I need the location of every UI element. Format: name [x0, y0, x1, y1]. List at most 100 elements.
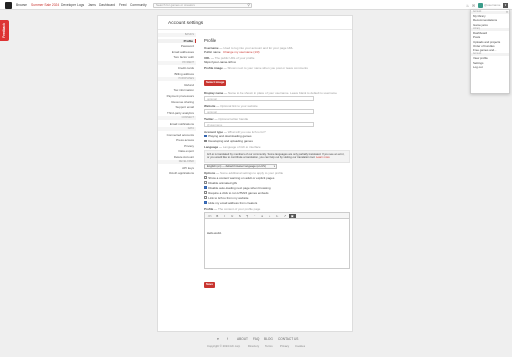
close-icon[interactable]: × [506, 10, 508, 14]
sidebar-item-tax-information[interactable]: Tax information [158, 88, 196, 92]
bold-icon[interactable]: B [214, 214, 222, 218]
sidebar-item-third-party-analytics[interactable]: Third-party analytics [158, 111, 196, 115]
feedback-label: Feedback [2, 23, 6, 38]
mail-icon[interactable]: ✉ [471, 3, 476, 8]
nav-summer-sale[interactable]: Summer Sale 2024 [31, 3, 59, 7]
align-icon[interactable]: ≡ [259, 214, 267, 218]
italic-icon[interactable]: I [221, 214, 229, 218]
sidebar-heading-connect: Connect [158, 116, 196, 121]
checkbox[interactable] [204, 139, 207, 143]
feedback-tab[interactable]: Feedback [0, 20, 9, 41]
search-icon[interactable]: ⚲ [247, 3, 250, 8]
change-username-link[interactable]: Change my username (1/3) [223, 50, 260, 54]
nav-community[interactable]: Community [130, 3, 147, 7]
sidebar-item-two-factor-auth[interactable]: Two factor auth [158, 55, 196, 59]
bio-text: Hello world. [207, 231, 222, 236]
display-name-input[interactable]: optional [204, 95, 314, 101]
sidebar-item-data-export[interactable]: Data export [158, 149, 196, 153]
copyright-text: Copyright © 2024 itch corp [207, 344, 241, 348]
bullet-list-icon[interactable]: • [266, 214, 274, 218]
sidebar-item-support-email[interactable]: Support email [158, 105, 196, 109]
checkbox[interactable] [204, 201, 207, 204]
sidebar-item-connected-accounts[interactable]: Connected accounts [158, 133, 196, 137]
numbered-list-icon[interactable]: 1. [274, 214, 282, 218]
code-icon[interactable]: </> [206, 214, 214, 218]
options-list: Show a content warning on adult or expli… [204, 175, 350, 205]
footer-link-blog[interactable]: BLOG [264, 336, 273, 342]
save-button[interactable]: Save [204, 282, 216, 288]
image-icon[interactable]: ▣ [288, 213, 296, 218]
checkbox[interactable] [204, 196, 207, 199]
checkbox[interactable] [204, 181, 207, 184]
footer-social: ♥ f ABOUT FAQ BLOG CONTACT US [0, 336, 512, 342]
user-menu-toggle[interactable]: ▾ [503, 2, 508, 8]
account-type-options: Playing and downloading games Developing … [204, 134, 350, 144]
profile-url[interactable]: https://your-name.itch.io [204, 60, 350, 64]
sidebar-item-payment-processors[interactable]: Payment processors [158, 94, 196, 98]
sidebar-item-oauth-applications[interactable]: OAuth applications [158, 171, 196, 175]
quote-icon[interactable]: “ [251, 214, 259, 218]
sidebar-item-billing-address[interactable]: Billing address [158, 72, 196, 76]
sidebar-item-privacy[interactable]: Privacy [158, 144, 196, 148]
option-6[interactable]: Hide my email address from creators [204, 200, 350, 205]
footer-link-cookies[interactable]: Cookies [295, 344, 305, 349]
sidebar-item-press-access[interactable]: Press access [158, 138, 196, 142]
checkbox[interactable] [204, 186, 207, 189]
paragraph-icon[interactable]: ¶ [244, 214, 252, 218]
nav-dashboard[interactable]: Dashboard [99, 3, 115, 7]
username-value-row: Public name Change my username (1/3) [204, 50, 350, 54]
strikethrough-icon[interactable]: S [236, 214, 244, 218]
dropdown-items: Account My library Recommendations Game jam… [471, 10, 509, 69]
facebook-icon[interactable]: f [227, 336, 228, 342]
dropdown-item-game-jams[interactable]: Game jams [471, 23, 509, 27]
checkbox[interactable] [204, 176, 207, 179]
footer-link-terms[interactable]: Terms [265, 344, 273, 349]
checkbox[interactable] [204, 191, 207, 194]
sidebar-item-api-keys[interactable]: API keys [158, 166, 196, 170]
dropdown-item-free-games-and[interactable]: Free games and... [471, 48, 509, 52]
footer-link-contact[interactable]: CONTACT US [278, 336, 298, 342]
bio-label: Profile — The content of your profile pa… [204, 207, 261, 212]
footer-link-privacy[interactable]: Privacy [280, 344, 289, 349]
account-type-option-2[interactable]: Developing and uploading games [204, 139, 350, 144]
sidebar-item-credit-cards[interactable]: Credit cards [158, 66, 196, 70]
language-select[interactable]: English (en) — default browser language … [204, 163, 277, 169]
top-navigation-bar: Browse Summer Sale 2024 Developer Logs J… [0, 0, 512, 10]
twitter-icon[interactable]: ♥ [217, 336, 219, 342]
footer-link-directory[interactable]: Directory [248, 344, 259, 349]
chevron-down-icon: ▾ [273, 164, 275, 168]
learn-more-link[interactable]: Learn more [316, 156, 330, 159]
site-logo[interactable] [5, 2, 12, 9]
sidebar-item-email-notifications[interactable]: Email notifications [158, 122, 196, 126]
sidebar-item-profile[interactable]: Profile [158, 38, 196, 43]
footer-link-about[interactable]: ABOUT [237, 336, 248, 342]
twitter-input[interactable]: @username [204, 121, 314, 127]
bio-editor[interactable]: Hello world. [204, 219, 350, 270]
sidebar-heading-data: Data [158, 127, 196, 132]
sidebar-item-delete-account[interactable]: Delete Account [158, 155, 196, 159]
display-name-label: Display name — Name to be shown in place… [204, 90, 337, 95]
website-input[interactable]: optional [204, 108, 314, 114]
sidebar-item-refund[interactable]: Refund [158, 83, 196, 87]
nav-feed[interactable]: Feed [119, 3, 127, 7]
sidebar-item-revenue-sharing[interactable]: Revenue sharing [158, 100, 196, 104]
dropdown-item-log-out[interactable]: Log out [471, 65, 509, 69]
search-input[interactable]: Search for games or creators ⚲ [153, 2, 252, 8]
option-label: Hide my email address from creators [208, 200, 258, 205]
checkbox[interactable] [204, 134, 207, 138]
underline-icon[interactable]: U [229, 214, 237, 218]
sidebar-item-password[interactable]: Password [158, 44, 196, 48]
footer-link-faq[interactable]: FAQ [253, 336, 259, 342]
nav-developer-logs[interactable]: Developer Logs [61, 3, 84, 7]
account-type-option-label: Playing and downloading games [208, 134, 252, 138]
link-icon[interactable]: ↗ [281, 214, 289, 218]
sidebar-item-email-addresses[interactable]: Email addresses [158, 50, 196, 54]
sidebar-heading-developer: Developer [158, 160, 196, 165]
nav-browse[interactable]: Browse [16, 3, 27, 7]
bell-icon[interactable]: ♨ [465, 3, 470, 8]
profile-image-label: Profile image — Shown next to your name … [204, 66, 308, 70]
avatar[interactable] [478, 2, 483, 8]
username-label[interactable]: @username [484, 3, 500, 7]
nav-jams[interactable]: Jams [88, 3, 96, 7]
select-image-button[interactable]: Select image [204, 80, 227, 86]
